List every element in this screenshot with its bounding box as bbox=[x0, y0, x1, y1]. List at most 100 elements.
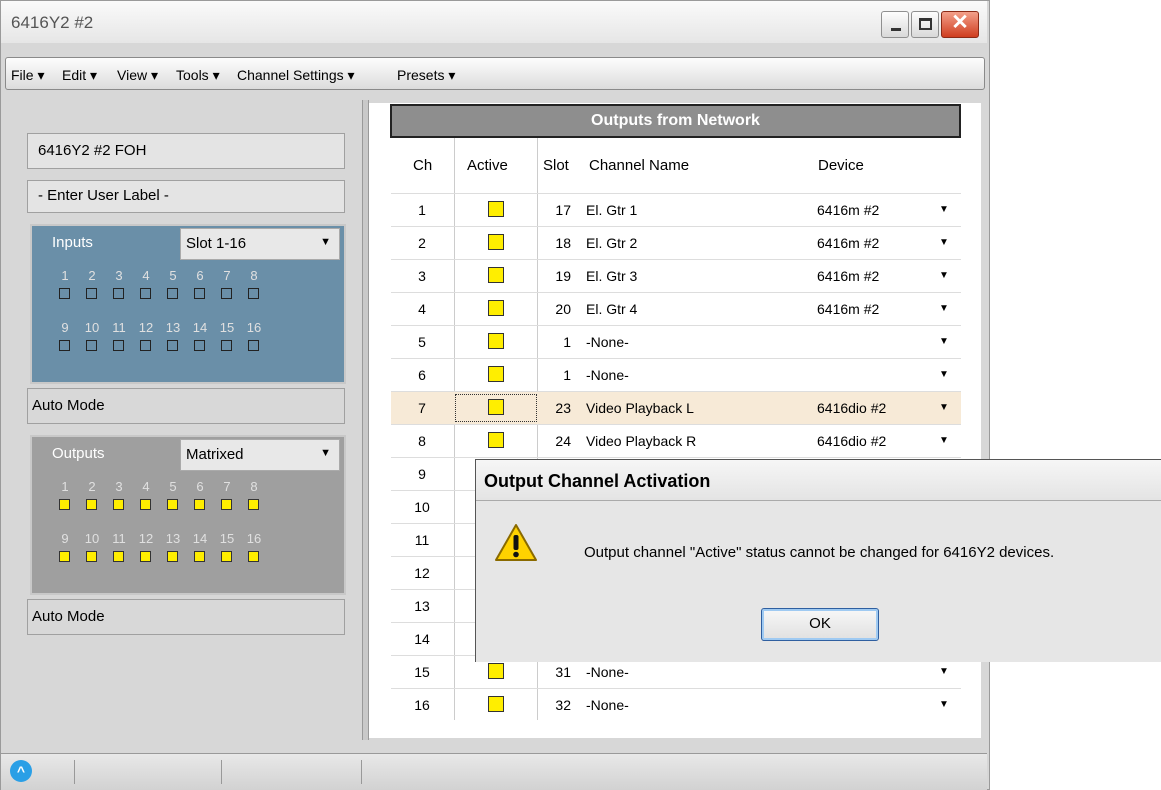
input-channel-checkbox[interactable] bbox=[167, 288, 178, 299]
input-channel-checkbox[interactable] bbox=[194, 340, 205, 351]
active-checkbox[interactable] bbox=[488, 366, 504, 382]
output-channel-checkbox[interactable] bbox=[140, 551, 151, 562]
device-dropdown-icon[interactable]: ▼ bbox=[939, 204, 949, 215]
table-row[interactable]: 2 18 El. Gtr 2 6416m #2 ▼ bbox=[391, 226, 961, 259]
device-dropdown-icon[interactable]: ▼ bbox=[939, 369, 949, 380]
row-channel-number: 11 bbox=[414, 532, 430, 548]
output-channel-checkbox[interactable] bbox=[59, 499, 70, 510]
output-channel-checkbox[interactable] bbox=[113, 499, 124, 510]
table-row[interactable]: 1 17 El. Gtr 1 6416m #2 ▼ bbox=[391, 193, 961, 226]
device-dropdown-icon[interactable]: ▼ bbox=[939, 303, 949, 314]
row-channel-number: 7 bbox=[418, 400, 426, 416]
output-channel-checkbox[interactable] bbox=[167, 499, 178, 510]
table-row[interactable]: 5 1 -None- ▼ bbox=[391, 325, 961, 358]
output-channel-checkbox[interactable] bbox=[194, 551, 205, 562]
table-row[interactable]: 6 1 -None- ▼ bbox=[391, 358, 961, 391]
output-channel-checkbox[interactable] bbox=[59, 551, 70, 562]
input-channel-checkbox[interactable] bbox=[59, 288, 70, 299]
input-channel-number: 8 bbox=[250, 268, 258, 283]
active-checkbox[interactable] bbox=[488, 201, 504, 217]
output-channel-checkbox[interactable] bbox=[113, 551, 124, 562]
row-slot: 1 bbox=[563, 367, 571, 383]
table-row[interactable]: 16 32 -None- ▼ bbox=[391, 688, 961, 721]
input-channel-checkbox[interactable] bbox=[86, 288, 97, 299]
device-dropdown-icon[interactable]: ▼ bbox=[939, 402, 949, 413]
inputs-slot-select[interactable]: Slot 1-16 ▼ bbox=[180, 228, 340, 260]
status-bar bbox=[1, 753, 987, 790]
input-channel-checkbox[interactable] bbox=[194, 288, 205, 299]
table-row[interactable]: 7 23 Video Playback L 6416dio #2 ▼ bbox=[391, 391, 961, 424]
device-dropdown-icon[interactable]: ▼ bbox=[939, 699, 949, 710]
device-dropdown-icon[interactable]: ▼ bbox=[939, 237, 949, 248]
input-channel-checkbox[interactable] bbox=[140, 340, 151, 351]
row-channel-name[interactable]: El. Gtr 2 bbox=[586, 235, 637, 251]
row-channel-name[interactable]: El. Gtr 3 bbox=[586, 268, 637, 284]
output-channel-number: 15 bbox=[219, 531, 235, 546]
input-channel-number: 5 bbox=[169, 268, 177, 283]
device-dropdown-icon[interactable]: ▼ bbox=[939, 435, 949, 446]
outputs-mode-value: Matrixed bbox=[186, 446, 244, 463]
device-dropdown-icon[interactable]: ▼ bbox=[939, 336, 949, 347]
input-channel-checkbox[interactable] bbox=[113, 340, 124, 351]
input-channel-checkbox[interactable] bbox=[113, 288, 124, 299]
row-slot: 1 bbox=[563, 334, 571, 350]
row-channel-name[interactable]: -None- bbox=[586, 367, 629, 383]
output-channel-checkbox[interactable] bbox=[86, 499, 97, 510]
menu-tools[interactable]: Tools ▾ bbox=[176, 67, 220, 84]
output-channel-checkbox[interactable] bbox=[221, 499, 232, 510]
menu-edit[interactable]: Edit ▾ bbox=[62, 67, 97, 84]
input-channel-checkbox[interactable] bbox=[248, 288, 259, 299]
input-channel-checkbox[interactable] bbox=[221, 288, 232, 299]
active-checkbox[interactable] bbox=[488, 333, 504, 349]
output-channel-checkbox[interactable] bbox=[194, 499, 205, 510]
table-row[interactable]: 4 20 El. Gtr 4 6416m #2 ▼ bbox=[391, 292, 961, 325]
device-label-field[interactable]: 6416Y2 #2 FOH bbox=[27, 133, 345, 169]
output-channel-checkbox[interactable] bbox=[248, 551, 259, 562]
row-channel-name[interactable]: El. Gtr 4 bbox=[586, 301, 637, 317]
dialog-body: Output channel "Active" status cannot be… bbox=[476, 500, 1161, 662]
input-channel-checkbox[interactable] bbox=[221, 340, 232, 351]
row-channel-name[interactable]: -None- bbox=[586, 697, 629, 713]
table-row[interactable]: 8 24 Video Playback R 6416dio #2 ▼ bbox=[391, 424, 961, 457]
device-dropdown-icon[interactable]: ▼ bbox=[939, 666, 949, 677]
output-channel-checkbox[interactable] bbox=[140, 499, 151, 510]
maximize-button[interactable] bbox=[911, 11, 939, 38]
output-channel-checkbox[interactable] bbox=[167, 551, 178, 562]
outputs-mode-select[interactable]: Matrixed ▼ bbox=[180, 439, 340, 471]
table-row[interactable]: 3 19 El. Gtr 3 6416m #2 ▼ bbox=[391, 259, 961, 292]
output-channel-checkbox[interactable] bbox=[221, 551, 232, 562]
row-channel-name[interactable]: -None- bbox=[586, 334, 629, 350]
input-channel-checkbox[interactable] bbox=[167, 340, 178, 351]
menu-view[interactable]: View ▾ bbox=[117, 67, 158, 84]
row-slot: 18 bbox=[555, 235, 571, 251]
row-channel-name[interactable]: -None- bbox=[586, 664, 629, 680]
row-channel-name[interactable]: El. Gtr 1 bbox=[586, 202, 637, 218]
menu-file[interactable]: File ▾ bbox=[11, 67, 44, 84]
user-label-field[interactable]: - Enter User Label - bbox=[27, 180, 345, 213]
active-checkbox[interactable] bbox=[488, 267, 504, 283]
dante-logo-icon[interactable]: ^ bbox=[10, 760, 32, 782]
active-checkbox[interactable] bbox=[488, 663, 504, 679]
close-button[interactable]: ✕ bbox=[941, 11, 979, 38]
title-bar: 6416Y2 #2 ✕ bbox=[1, 1, 987, 43]
output-channel-checkbox[interactable] bbox=[248, 499, 259, 510]
active-checkbox[interactable] bbox=[488, 234, 504, 250]
input-channel-checkbox[interactable] bbox=[86, 340, 97, 351]
menu-channel-settings[interactable]: Channel Settings ▾ bbox=[237, 67, 355, 84]
dialog-title: Output Channel Activation bbox=[484, 471, 711, 491]
minimize-button[interactable] bbox=[881, 11, 909, 38]
device-dropdown-icon[interactable]: ▼ bbox=[939, 270, 949, 281]
row-channel-name[interactable]: Video Playback L bbox=[586, 400, 694, 416]
active-checkbox[interactable] bbox=[488, 432, 504, 448]
ok-button[interactable]: OK bbox=[761, 608, 879, 641]
output-channel-checkbox[interactable] bbox=[86, 551, 97, 562]
input-channel-checkbox[interactable] bbox=[248, 340, 259, 351]
row-channel-number: 3 bbox=[418, 268, 426, 284]
active-checkbox[interactable] bbox=[488, 696, 504, 712]
row-channel-name[interactable]: Video Playback R bbox=[586, 433, 696, 449]
input-channel-checkbox[interactable] bbox=[59, 340, 70, 351]
input-channel-checkbox[interactable] bbox=[140, 288, 151, 299]
menu-presets[interactable]: Presets ▾ bbox=[397, 67, 455, 84]
active-checkbox[interactable] bbox=[488, 300, 504, 316]
panel-splitter[interactable] bbox=[362, 100, 369, 740]
